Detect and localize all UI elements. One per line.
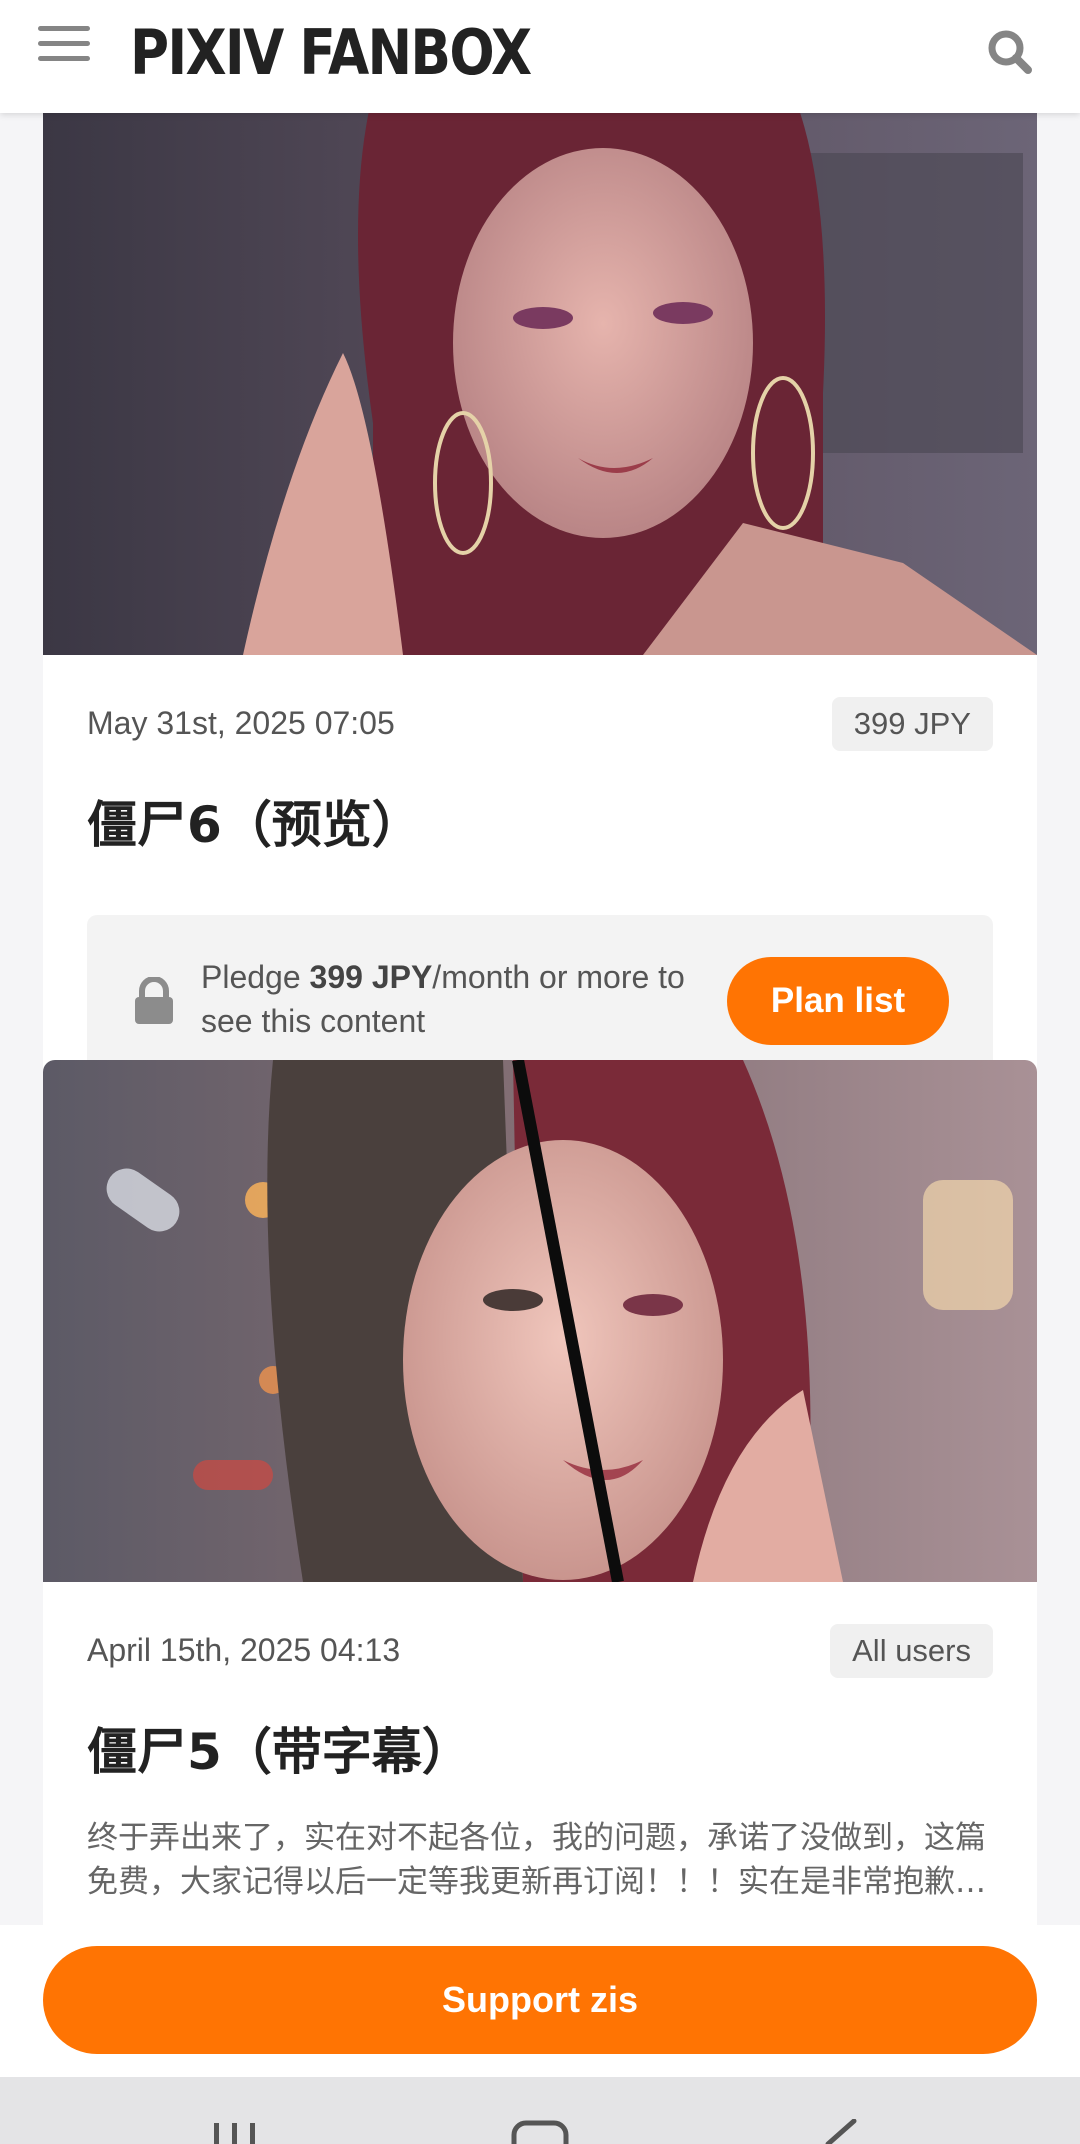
- support-button[interactable]: Support zis: [43, 1946, 1037, 2054]
- post-card[interactable]: May 31st, 2025 07:05 399 JPY 僵尸6（预览） Ple…: [43, 113, 1037, 1130]
- fanbox-logo[interactable]: PIXIV FANBOX: [130, 8, 532, 98]
- post-thumbnail[interactable]: [43, 1060, 1037, 1582]
- support-bar: Support zis: [0, 1925, 1080, 2077]
- post-date: May 31st, 2025 07:05: [87, 705, 395, 741]
- plan-list-button[interactable]: Plan list: [727, 957, 949, 1045]
- post-meta: April 15th, 2025 04:13 All users: [87, 1624, 993, 1678]
- recent-apps-icon[interactable]: [210, 2119, 260, 2144]
- post-thumbnail[interactable]: [43, 113, 1037, 655]
- system-nav-bar: [0, 2077, 1080, 2144]
- back-icon[interactable]: [820, 2118, 860, 2144]
- price-badge: All users: [830, 1624, 993, 1678]
- post-title[interactable]: 僵尸6（预览）: [87, 785, 422, 857]
- post-card[interactable]: April 15th, 2025 04:13 All users 僵尸5（带字幕…: [43, 1060, 1037, 1925]
- pledge-message: Pledge 399 JPY/month or more to see this…: [201, 959, 685, 1039]
- home-icon[interactable]: [510, 2119, 570, 2144]
- post-title[interactable]: 僵尸5（带字幕）: [87, 1712, 472, 1784]
- post-date: April 15th, 2025 04:13: [87, 1632, 401, 1668]
- post-excerpt[interactable]: 终于弄出来了，实在对不起各位，我的问题，承诺了没做到，这篇免费，大家记得以后一定…: [87, 1816, 993, 1904]
- app-header: PIXIV FANBOX: [0, 0, 1080, 113]
- hamburger-menu-icon[interactable]: [38, 26, 90, 66]
- post-meta: May 31st, 2025 07:05 399 JPY: [87, 697, 993, 751]
- lock-icon: [133, 976, 175, 1025]
- post-feed[interactable]: May 31st, 2025 07:05 399 JPY 僵尸6（预览） Ple…: [0, 113, 1080, 1925]
- pledge-amount: 399 JPY: [309, 959, 433, 995]
- search-icon[interactable]: [982, 24, 1038, 80]
- price-badge: 399 JPY: [831, 697, 993, 751]
